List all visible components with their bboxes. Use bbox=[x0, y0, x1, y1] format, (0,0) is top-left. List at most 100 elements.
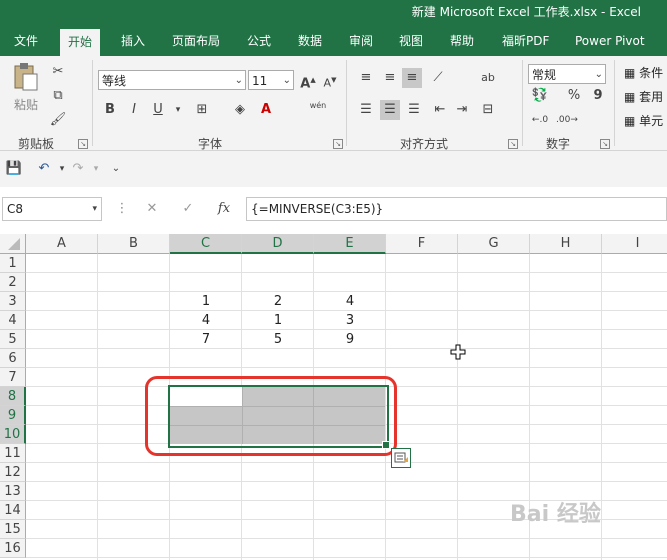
format-painter-icon[interactable]: 🖌 bbox=[48, 110, 68, 130]
row-header-1[interactable]: 1 bbox=[0, 254, 26, 273]
align-bottom-icon[interactable]: ≡ bbox=[402, 68, 422, 88]
underline-button[interactable]: U bbox=[148, 100, 168, 120]
row-header-2[interactable]: 2 bbox=[0, 273, 26, 292]
tab-home[interactable]: 开始 bbox=[60, 29, 101, 56]
grow-font-button[interactable]: A▲ bbox=[298, 70, 318, 91]
save-icon[interactable]: 💾 bbox=[4, 159, 24, 179]
cell-d5[interactable]: 5 bbox=[242, 330, 314, 349]
align-middle-icon[interactable]: ≡ bbox=[380, 68, 400, 88]
cell-styles-button[interactable]: ▦ 单元 bbox=[624, 112, 663, 129]
cancel-icon[interactable]: ✕ bbox=[142, 199, 162, 219]
italic-button[interactable]: I bbox=[124, 100, 144, 120]
border-icon[interactable]: ⊞ bbox=[192, 100, 212, 120]
row-header-13[interactable]: 13 bbox=[0, 482, 26, 501]
phonetic-guide-button[interactable]: wén bbox=[306, 96, 330, 116]
increase-indent-icon[interactable]: ⇥ bbox=[452, 100, 472, 120]
formula-input[interactable]: {=MINVERSE(C3:E5)} bbox=[246, 197, 667, 221]
decrease-decimal-icon[interactable]: .00→ bbox=[556, 110, 578, 130]
tab-file[interactable]: 文件 bbox=[10, 26, 42, 56]
tab-review[interactable]: 审阅 bbox=[345, 26, 377, 56]
comma-button[interactable]: 9 bbox=[588, 86, 608, 106]
cut-icon[interactable]: ✂ bbox=[48, 62, 68, 82]
redo-dropdown-icon[interactable]: ▾ bbox=[86, 159, 106, 179]
redo-icon[interactable]: ↷ bbox=[68, 159, 88, 179]
tab-help[interactable]: 帮助 bbox=[446, 26, 478, 56]
percent-button[interactable]: % bbox=[564, 86, 584, 106]
enter-icon[interactable]: ✓ bbox=[178, 199, 198, 219]
copy-icon[interactable]: ⧉ bbox=[48, 86, 68, 106]
underline-dropdown-icon[interactable]: ▾ bbox=[168, 100, 188, 120]
undo-icon[interactable]: ↶ bbox=[34, 159, 54, 179]
align-right-icon[interactable]: ☰ bbox=[404, 100, 424, 120]
fill-color-icon[interactable]: ◈ bbox=[230, 100, 250, 120]
tab-formulas[interactable]: 公式 bbox=[243, 26, 275, 56]
align-top-icon[interactable]: ≡ bbox=[356, 68, 376, 88]
column-header-e[interactable]: E bbox=[314, 234, 386, 254]
row-header-16[interactable]: 16 bbox=[0, 539, 26, 558]
tab-foxit-pdf[interactable]: 福昕PDF bbox=[498, 26, 553, 56]
row-header-14[interactable]: 14 bbox=[0, 501, 26, 520]
row-header-3[interactable]: 3 bbox=[0, 292, 26, 311]
number-format-combo[interactable]: 常规 ⌄ bbox=[528, 64, 606, 84]
merge-center-icon[interactable]: ⊟ bbox=[478, 100, 498, 120]
bold-button[interactable]: B bbox=[100, 100, 120, 120]
align-center-icon[interactable]: ☰ bbox=[380, 100, 400, 120]
decrease-indent-icon[interactable]: ⇤ bbox=[430, 100, 450, 120]
shrink-font-button[interactable]: A▼ bbox=[320, 70, 340, 90]
format-as-table-button[interactable]: ▦ 套用 bbox=[624, 88, 663, 105]
column-header-a[interactable]: A bbox=[26, 234, 98, 254]
tab-page-layout[interactable]: 页面布局 bbox=[168, 26, 224, 56]
alignment-launcher-icon[interactable]: ↘ bbox=[508, 139, 518, 149]
tab-data[interactable]: 数据 bbox=[294, 26, 326, 56]
cell-e5[interactable]: 9 bbox=[314, 330, 386, 349]
align-left-icon[interactable]: ☰ bbox=[356, 100, 376, 120]
font-color-button[interactable]: A bbox=[256, 100, 276, 120]
column-header-i[interactable]: I bbox=[602, 234, 667, 254]
row-header-12[interactable]: 12 bbox=[0, 463, 26, 482]
wrap-text-icon[interactable]: ab bbox=[478, 68, 498, 88]
tab-view[interactable]: 视图 bbox=[395, 26, 427, 56]
worksheet-grid[interactable]: ABCDEFGHI 1 2 3 4 5 6 7 8 9 10 11 12 13 14 15 16 124413… bbox=[0, 234, 667, 560]
row-header-10[interactable]: 10 bbox=[0, 425, 26, 444]
font-size-combo[interactable]: 11 ⌄ bbox=[248, 70, 294, 90]
ribbon: 粘贴 ✂ ⧉ 🖌 剪贴板 ↘ 等线 ⌄ 11 ⌄ A▲ A▼ B I U ▾ ⊞ ◈… bbox=[0, 56, 667, 151]
conditional-formatting-button[interactable]: ▦ 条件 bbox=[624, 64, 663, 81]
row-header-6[interactable]: 6 bbox=[0, 349, 26, 368]
select-all-button[interactable] bbox=[0, 234, 26, 254]
column-header-d[interactable]: D bbox=[242, 234, 314, 254]
row-header-11[interactable]: 11 bbox=[0, 444, 26, 463]
cell-e4[interactable]: 3 bbox=[314, 311, 386, 330]
currency-icon[interactable]: 💱 bbox=[530, 86, 550, 106]
tab-insert[interactable]: 插入 bbox=[117, 26, 149, 56]
cell-c4[interactable]: 4 bbox=[170, 311, 242, 330]
paste-button[interactable] bbox=[12, 62, 38, 92]
tab-power-pivot[interactable]: Power Pivot bbox=[571, 26, 649, 56]
increase-decimal-icon[interactable]: ←.0 bbox=[530, 110, 550, 130]
column-header-g[interactable]: G bbox=[458, 234, 530, 254]
column-header-h[interactable]: H bbox=[530, 234, 602, 254]
cell-c5[interactable]: 7 bbox=[170, 330, 242, 349]
clipboard-launcher-icon[interactable]: ↘ bbox=[78, 139, 88, 149]
cell-e3[interactable]: 4 bbox=[314, 292, 386, 311]
insert-function-button[interactable]: fx bbox=[214, 199, 234, 219]
number-launcher-icon[interactable]: ↘ bbox=[600, 139, 610, 149]
column-header-c[interactable]: C bbox=[170, 234, 242, 254]
column-header-b[interactable]: B bbox=[98, 234, 170, 254]
format-as-table-label: 套用 bbox=[639, 90, 664, 104]
name-box[interactable]: C8 ▾ bbox=[2, 197, 102, 221]
row-header-8[interactable]: 8 bbox=[0, 387, 26, 406]
column-header-f[interactable]: F bbox=[386, 234, 458, 254]
row-header-5[interactable]: 5 bbox=[0, 330, 26, 349]
cell-d4[interactable]: 1 bbox=[242, 311, 314, 330]
row-header-15[interactable]: 15 bbox=[0, 520, 26, 539]
cell-c3[interactable]: 1 bbox=[170, 292, 242, 311]
quick-analysis-button[interactable] bbox=[391, 448, 411, 468]
row-header-4[interactable]: 4 bbox=[0, 311, 26, 330]
row-header-7[interactable]: 7 bbox=[0, 368, 26, 387]
orientation-icon[interactable]: ⟋ bbox=[428, 68, 448, 88]
font-name-combo[interactable]: 等线 ⌄ bbox=[98, 70, 246, 90]
cell-d3[interactable]: 2 bbox=[242, 292, 314, 311]
customize-qat-icon[interactable]: ⌄ bbox=[106, 159, 126, 179]
font-launcher-icon[interactable]: ↘ bbox=[333, 139, 343, 149]
row-header-9[interactable]: 9 bbox=[0, 406, 26, 425]
